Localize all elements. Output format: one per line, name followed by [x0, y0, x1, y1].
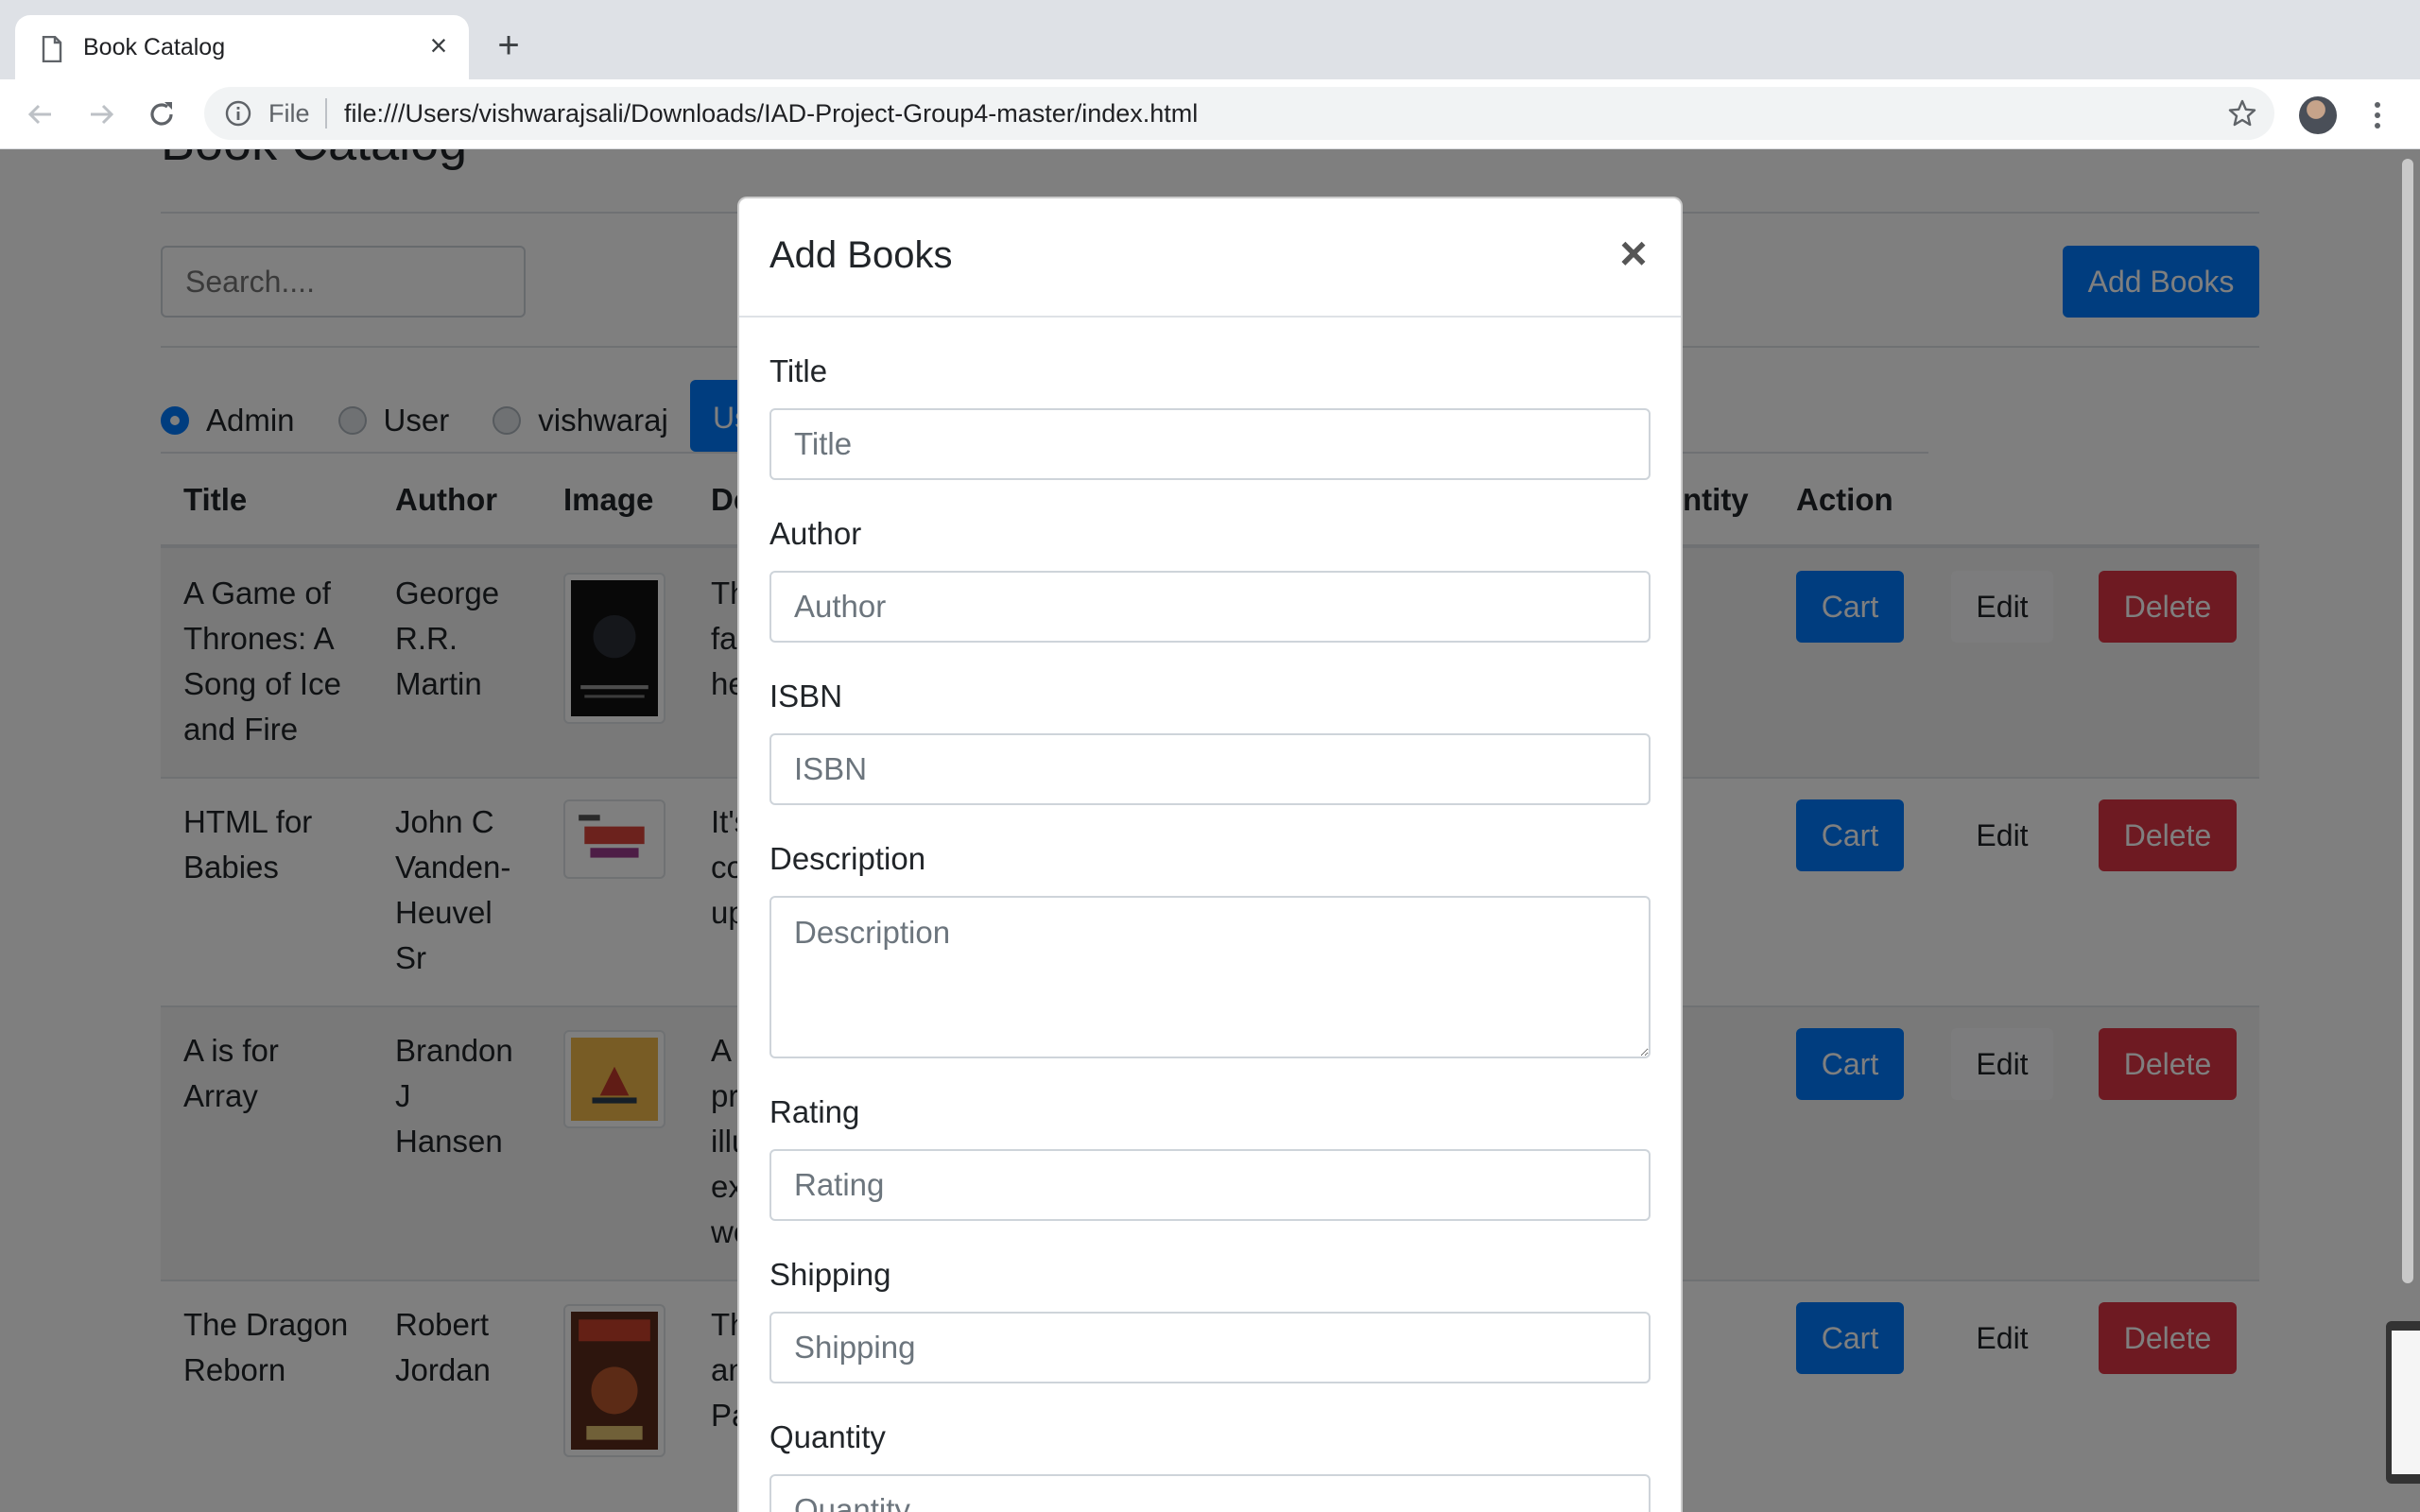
close-icon[interactable]: ×	[1613, 227, 1654, 280]
back-icon[interactable]	[21, 94, 60, 134]
browser-toolbar: File file:///Users/vishwarajsali/Downloa…	[0, 79, 2420, 149]
reload-icon[interactable]	[142, 94, 182, 134]
browser-tab[interactable]: Book Catalog ×	[15, 15, 469, 79]
star-icon[interactable]	[2227, 98, 2257, 129]
scrollbar-thumb[interactable]	[2402, 159, 2413, 1283]
title-input[interactable]	[769, 408, 1651, 480]
omnibox-divider	[325, 98, 327, 129]
quantity-input[interactable]	[769, 1474, 1651, 1512]
modal-header: Add Books ×	[739, 198, 1681, 318]
tab-title: Book Catalog	[83, 34, 226, 60]
shipping-input[interactable]	[769, 1312, 1651, 1383]
forward-icon[interactable]	[81, 94, 121, 134]
rating-label: Rating	[769, 1094, 860, 1129]
quantity-label: Quantity	[769, 1419, 886, 1454]
address-bar[interactable]: File file:///Users/vishwarajsali/Downloa…	[204, 87, 2274, 140]
description-label: Description	[769, 841, 926, 876]
url-text[interactable]: file:///Users/vishwarajsali/Downloads/IA…	[344, 99, 1198, 129]
shipping-label: Shipping	[769, 1257, 891, 1292]
page-icon	[42, 36, 62, 62]
isbn-input[interactable]	[769, 733, 1651, 805]
document-thumbnail	[2386, 1321, 2420, 1484]
info-icon[interactable]	[225, 100, 251, 127]
tab-strip: Book Catalog × +	[0, 0, 2420, 79]
menu-icon[interactable]	[2363, 94, 2392, 136]
profile-avatar[interactable]	[2299, 96, 2337, 134]
modal-title: Add Books	[769, 234, 953, 276]
new-tab-button[interactable]: +	[490, 26, 527, 64]
isbn-label: ISBN	[769, 679, 843, 713]
file-label: File	[268, 99, 310, 128]
page-viewport: Book Catalog Add Books Admin User vishwa…	[0, 149, 2420, 1512]
rating-input[interactable]	[769, 1149, 1651, 1221]
author-input[interactable]	[769, 571, 1651, 643]
description-textarea[interactable]	[769, 896, 1651, 1058]
author-label: Author	[769, 516, 862, 551]
title-label: Title	[769, 353, 828, 388]
add-books-modal: Add Books × Title Author ISBN Descriptio…	[737, 197, 1683, 1512]
close-tab-icon[interactable]: ×	[422, 28, 456, 62]
